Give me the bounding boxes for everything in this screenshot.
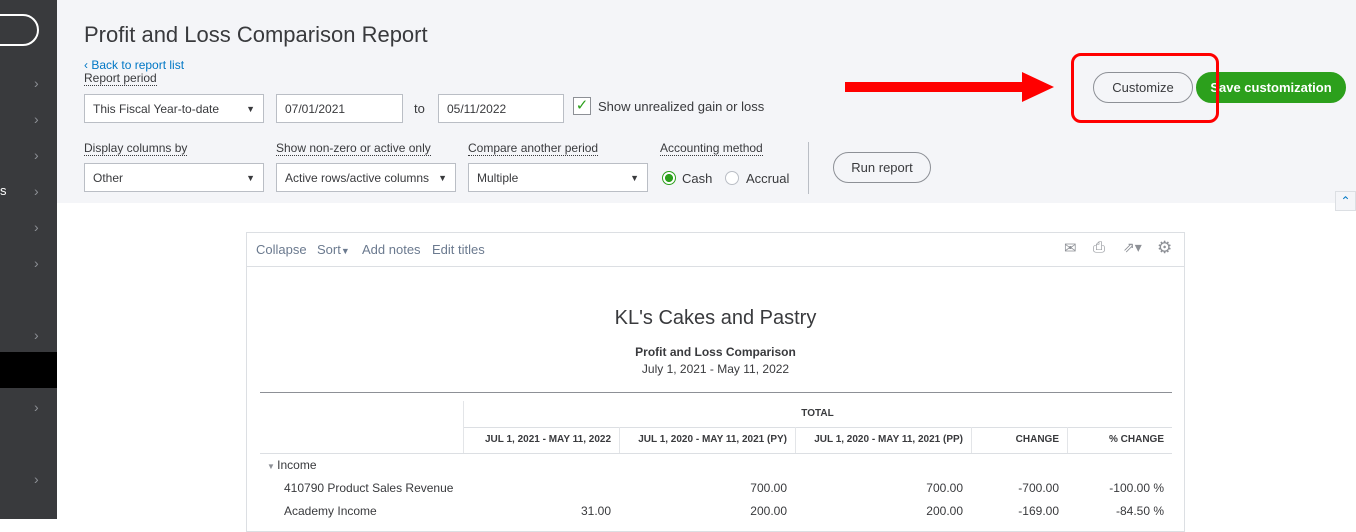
collapse-panel-chevron-up-icon[interactable]: ⌃ — [1335, 191, 1356, 211]
chevron-right-icon[interactable]: › — [34, 327, 39, 343]
unrealized-checkbox[interactable]: ✓ — [573, 97, 591, 115]
report-period-select[interactable]: This Fiscal Year-to-date ▼ — [84, 94, 264, 123]
collapse-button[interactable]: Collapse — [256, 242, 307, 257]
caret-down-icon: ▼ — [267, 462, 278, 471]
unrealized-label: Show unrealized gain or loss — [598, 99, 765, 114]
annotation-arrow-shaft — [845, 82, 1025, 92]
accounting-method-label: Accounting method — [660, 141, 763, 156]
section-row-income[interactable]: ▼ Income — [267, 458, 317, 472]
compare-period-select[interactable]: Multiple ▼ — [468, 163, 648, 192]
page-title: Profit and Loss Comparison Report — [84, 22, 428, 47]
edit-titles-button[interactable]: Edit titles — [432, 242, 485, 257]
sidebar: › › › s › › › › › › — [0, 0, 57, 519]
back-link-label: Back to report list — [91, 58, 185, 72]
caret-down-icon: ▼ — [246, 103, 255, 114]
column-group-header: TOTAL — [801, 408, 834, 419]
nonzero-select[interactable]: Active rows/active columns ▼ — [276, 163, 456, 192]
display-columns-select[interactable]: Other ▼ — [84, 163, 264, 192]
from-date-input[interactable]: 07/01/2021 — [276, 94, 403, 123]
caret-down-icon: ▼ — [340, 246, 350, 256]
add-notes-button[interactable]: Add notes — [362, 242, 421, 257]
report-title: Profit and Loss Comparison — [635, 345, 796, 359]
cell-value[interactable]: 200.00 — [619, 504, 787, 518]
chevron-right-icon[interactable]: › — [34, 255, 39, 271]
chevron-right-icon[interactable]: › — [34, 183, 39, 199]
chevron-right-icon[interactable]: › — [34, 399, 39, 415]
caret-down-icon: ▼ — [438, 172, 447, 183]
cell-value: -169.00 — [1018, 504, 1059, 518]
report-dates: July 1, 2021 - May 11, 2022 — [641, 362, 790, 376]
row-label: 410790 Product Sales Revenue — [284, 481, 454, 495]
table-top-rule — [260, 392, 1172, 393]
to-date-input[interactable]: 05/11/2022 — [438, 94, 564, 123]
sidebar-item-label[interactable]: s — [0, 183, 7, 198]
cell-value[interactable]: 700.00 — [619, 481, 787, 495]
input-value: 07/01/2021 — [285, 101, 346, 116]
email-icon[interactable]: ✉ — [1064, 239, 1077, 257]
column-header: JUL 1, 2021 - MAY 11, 2022 — [463, 427, 619, 453]
row-label: Academy Income — [284, 504, 377, 518]
export-icon[interactable]: ⇗▾ — [1123, 239, 1142, 256]
input-value: 05/11/2022 — [447, 101, 507, 116]
report-card: Collapse Sort▼ Add notes Edit titles ✉ ⎙… — [246, 232, 1185, 532]
table-row: 410790 Product Sales Revenue 700.00 700.… — [247, 481, 1184, 501]
chevron-right-icon[interactable]: › — [34, 471, 39, 487]
select-value: Active rows/active columns — [285, 170, 430, 185]
compare-period-label: Compare another period — [468, 141, 599, 156]
report-period-label: Report period — [84, 71, 157, 86]
company-name: KL's Cakes and Pastry — [614, 307, 817, 329]
display-columns-label: Display columns by — [84, 141, 188, 156]
back-to-report-list-link[interactable]: ‹ Back to report list — [84, 58, 184, 72]
column-header: JUL 1, 2020 - MAY 11, 2021 (PY) — [619, 427, 795, 453]
cash-radio[interactable] — [662, 171, 676, 185]
cell-value: -100.00 % — [1109, 481, 1164, 495]
chevron-right-icon[interactable]: › — [34, 219, 39, 235]
table-row: Academy Income 31.00 200.00 200.00 -169.… — [247, 504, 1184, 524]
divider — [808, 142, 809, 194]
annotation-highlight-box — [1071, 53, 1219, 123]
section-label: Income — [277, 458, 317, 472]
to-label: to — [414, 101, 425, 116]
nonzero-label: Show non-zero or active only — [276, 141, 431, 156]
select-value: This Fiscal Year-to-date — [93, 101, 220, 116]
sidebar-new-button[interactable] — [0, 14, 39, 46]
run-report-button[interactable]: Run report — [833, 152, 931, 183]
print-icon[interactable]: ⎙ — [1093, 239, 1105, 256]
accrual-label: Accrual — [746, 171, 790, 186]
cash-label: Cash — [682, 171, 713, 186]
select-value: Other — [93, 170, 124, 185]
column-header: CHANGE — [971, 427, 1067, 453]
settings-gear-icon[interactable]: ⚙ — [1157, 238, 1172, 258]
cell-value: -700.00 — [1018, 481, 1059, 495]
sort-label: Sort — [317, 242, 341, 257]
cell-value[interactable]: 200.00 — [795, 504, 963, 518]
caret-down-icon: ▼ — [246, 172, 255, 183]
cell-value[interactable]: 31.00 — [463, 504, 611, 518]
cell-value: -84.50 % — [1115, 504, 1164, 518]
sidebar-item-selected[interactable] — [0, 352, 57, 388]
column-header: JUL 1, 2020 - MAY 11, 2021 (PP) — [795, 427, 971, 453]
caret-down-icon: ▼ — [630, 172, 639, 183]
chevron-right-icon[interactable]: › — [34, 111, 39, 127]
sort-button[interactable]: Sort▼ — [317, 242, 350, 257]
cell-value[interactable]: 700.00 — [795, 481, 963, 495]
column-header: % CHANGE — [1067, 427, 1172, 453]
chevron-right-icon[interactable]: › — [34, 75, 39, 91]
chevron-right-icon[interactable]: › — [34, 147, 39, 163]
accrual-radio[interactable] — [725, 171, 739, 185]
annotation-arrow-head — [1022, 72, 1054, 102]
select-value: Multiple — [477, 170, 519, 185]
divider — [260, 453, 1172, 454]
